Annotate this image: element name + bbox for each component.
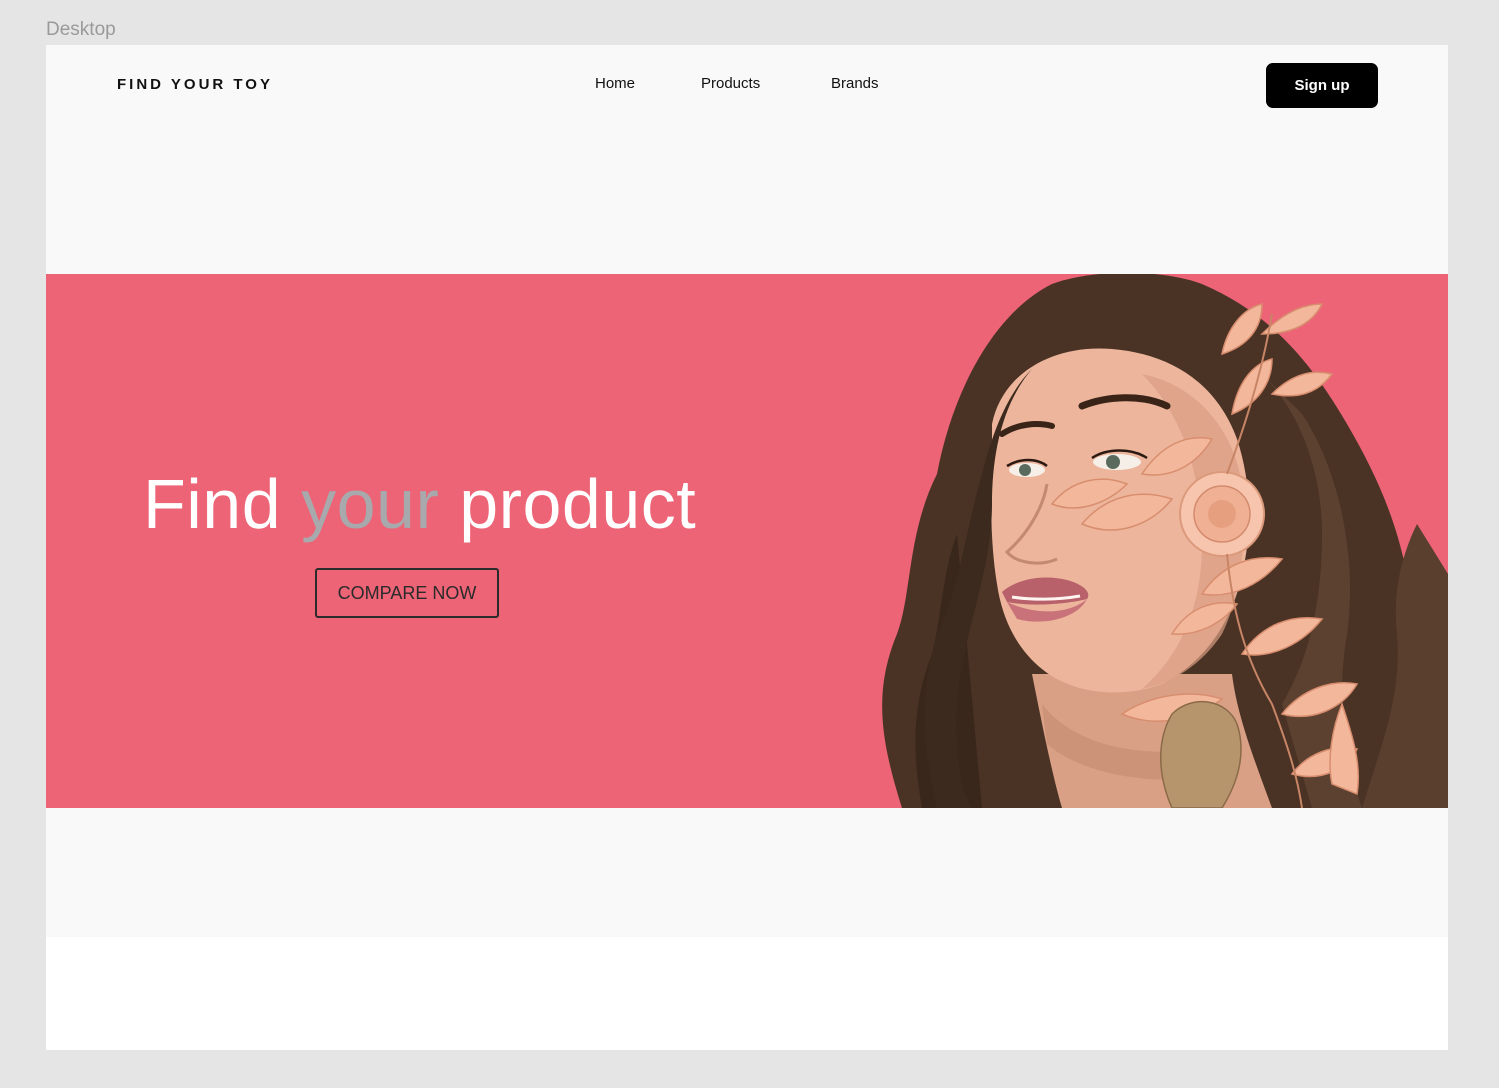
frame-label: Desktop	[46, 19, 116, 40]
hero-title-part1: Find	[143, 465, 302, 543]
hero-title-accent: your	[301, 465, 440, 543]
below-hero-area	[46, 808, 1448, 937]
hero-title: Find your product	[143, 464, 696, 544]
woman-portrait-image	[882, 274, 1448, 808]
nav-item-home[interactable]: Home	[595, 75, 635, 92]
nav-item-brands[interactable]: Brands	[831, 75, 879, 92]
main-nav: Home Products Brands	[46, 75, 1448, 95]
header-area: FIND YOUR TOY Home Products Brands Sign …	[46, 45, 1448, 274]
compare-now-button[interactable]: COMPARE NOW	[315, 568, 499, 618]
hero-title-part2: product	[439, 465, 697, 543]
nav-item-products[interactable]: Products	[701, 75, 760, 92]
hero-banner: Find your product COMPARE NOW	[46, 274, 1448, 808]
desktop-frame: FIND YOUR TOY Home Products Brands Sign …	[46, 45, 1448, 1050]
signup-button[interactable]: Sign up	[1266, 63, 1378, 108]
